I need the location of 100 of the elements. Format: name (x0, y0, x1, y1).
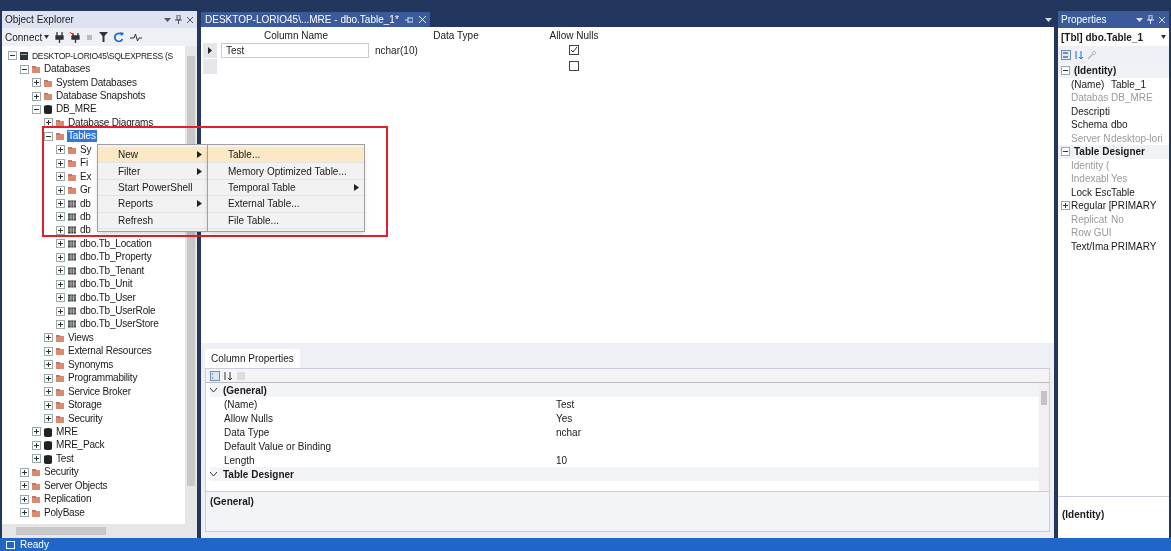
collapse-toggle[interactable] (1061, 147, 1070, 157)
tree-item[interactable]: dbo.Tb_Property (79, 251, 153, 264)
tree-item[interactable]: MRE (55, 425, 79, 438)
tree-item[interactable]: Ex (79, 170, 93, 183)
tree-item[interactable]: Databases (43, 63, 91, 76)
menu-item[interactable]: File Table... (208, 212, 364, 229)
tree-item[interactable]: Service Broker (67, 385, 132, 398)
tree-item[interactable]: Gr (79, 184, 92, 197)
expand-toggle[interactable] (20, 508, 29, 518)
menu-item[interactable]: Memory Optimized Table... (208, 163, 364, 180)
tree-item[interactable]: dbo.Tb_Tenant (79, 264, 146, 277)
tree-item[interactable]: db (79, 197, 92, 210)
tree-item[interactable]: Tables (67, 130, 97, 143)
row-header[interactable] (203, 42, 217, 58)
tree-item[interactable]: External Resources (67, 345, 153, 358)
property-value[interactable]: nchar (556, 424, 581, 440)
expand-toggle[interactable] (56, 252, 65, 262)
expand-toggle[interactable] (44, 373, 53, 383)
property-value[interactable]: Table_1 (1111, 76, 1147, 92)
collapse-chevron-icon[interactable] (210, 387, 217, 393)
tree-item[interactable]: dbo.Tb_User (79, 291, 137, 304)
expand-toggle[interactable] (56, 239, 65, 249)
expand-toggle[interactable] (56, 185, 65, 195)
property-value[interactable]: Yes (556, 410, 573, 426)
tree-item[interactable]: db (79, 224, 92, 237)
tree-item[interactable]: Replication (43, 493, 93, 506)
tree-item[interactable]: Synonyms (67, 358, 115, 371)
tree-item[interactable]: dbo.Tb_Location (79, 237, 153, 250)
expand-toggle[interactable] (56, 172, 65, 182)
expand-toggle[interactable] (44, 118, 53, 128)
tree-item[interactable]: Sy (79, 143, 93, 156)
checkbox[interactable] (569, 45, 579, 55)
scrollbar[interactable] (1039, 383, 1049, 491)
tree-item[interactable]: DESKTOP-LORIO45\SQLEXPRESS (S (31, 49, 174, 62)
expand-toggle[interactable] (44, 333, 53, 343)
property-value[interactable]: PRIMARY (1111, 238, 1157, 254)
data-type-cell[interactable]: nchar(10) (375, 44, 418, 56)
collapse-toggle[interactable] (20, 64, 29, 74)
menu-item[interactable]: Table... (208, 147, 364, 164)
menu-item[interactable]: External Table... (208, 196, 364, 213)
expand-toggle[interactable] (56, 225, 65, 235)
expand-toggle[interactable] (56, 293, 65, 303)
expand-toggle[interactable] (44, 360, 53, 370)
scrollbar[interactable] (2, 524, 197, 538)
collapse-chevron-icon[interactable] (210, 471, 217, 477)
tree-item[interactable]: dbo.Tb_UserStore (79, 318, 160, 331)
pin-icon[interactable] (175, 15, 182, 24)
filter-icon[interactable] (99, 32, 109, 42)
object-selector[interactable]: [Tbl] dbo.Table_1 (1058, 28, 1169, 46)
expand-toggle[interactable] (32, 78, 41, 88)
refresh-icon[interactable] (114, 32, 125, 42)
tree-item[interactable]: Test (55, 452, 75, 465)
expand-toggle[interactable] (44, 414, 53, 424)
expand-toggle[interactable] (56, 212, 65, 222)
expand-toggle[interactable] (20, 467, 29, 477)
tree-item[interactable]: Database Snapshots (55, 90, 147, 103)
expand-toggle[interactable] (56, 158, 65, 168)
expand-toggle[interactable] (56, 279, 65, 289)
expand-toggle[interactable] (32, 440, 41, 450)
tree-item[interactable]: PolyBase (43, 506, 86, 519)
tree-item[interactable]: dbo.Tb_UserRole (79, 305, 157, 318)
property-value[interactable]: PRIMARY (1111, 198, 1157, 214)
expand-toggle[interactable] (20, 481, 29, 491)
tree-item[interactable]: Storage (67, 399, 103, 412)
expand-toggle[interactable] (44, 387, 53, 397)
expand-toggle[interactable] (56, 306, 65, 316)
dropdown-icon[interactable] (1045, 17, 1052, 23)
property-value[interactable]: Table (1111, 184, 1135, 200)
dropdown-icon[interactable] (164, 16, 171, 23)
tree-item[interactable]: Programmability (67, 372, 139, 385)
tree-item[interactable]: System Databases (55, 76, 138, 89)
expand-toggle[interactable] (44, 400, 53, 410)
tree-item[interactable]: db (79, 210, 92, 223)
close-icon[interactable] (186, 15, 194, 24)
tree-item[interactable]: Fi (79, 157, 89, 170)
unplug-icon[interactable] (70, 31, 81, 43)
expand-toggle[interactable] (56, 199, 65, 209)
tree-item[interactable]: Database Diagrams (67, 116, 154, 129)
property-value[interactable]: dbo (1111, 117, 1128, 133)
tree-item[interactable]: Security (43, 466, 80, 479)
collapse-toggle[interactable] (8, 51, 17, 61)
collapse-toggle[interactable] (44, 131, 53, 141)
tree-item[interactable]: dbo.Tb_Unit (79, 278, 134, 291)
tree-item[interactable]: Views (67, 331, 95, 344)
plug-icon[interactable] (55, 31, 65, 43)
expand-toggle[interactable] (56, 319, 65, 329)
expand-toggle[interactable] (32, 427, 41, 437)
expand-toggle[interactable] (20, 494, 29, 504)
expand-toggle[interactable] (44, 346, 53, 356)
activity-icon[interactable] (130, 32, 143, 42)
expand-toggle[interactable] (32, 91, 41, 101)
expand-toggle[interactable] (56, 145, 65, 155)
tree-item[interactable]: DB_MRE (55, 103, 98, 116)
property-value[interactable]: 10 (556, 452, 568, 468)
expand-toggle[interactable] (56, 266, 65, 276)
checkbox[interactable] (569, 61, 579, 71)
expand-toggle[interactable] (32, 454, 41, 464)
sort-icon[interactable] (223, 370, 233, 381)
categorized-icon[interactable] (1061, 50, 1071, 60)
tree-item[interactable]: Server Objects (43, 479, 109, 492)
